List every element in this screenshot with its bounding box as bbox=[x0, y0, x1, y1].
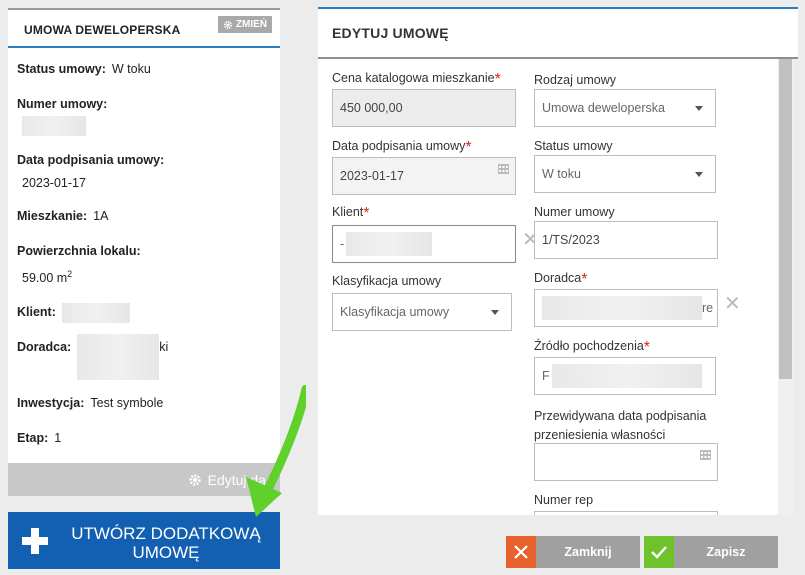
plus-icon bbox=[22, 528, 48, 554]
chevron-down-icon bbox=[695, 106, 703, 111]
rep-number-input[interactable] bbox=[534, 511, 718, 515]
status-row: Status umowy: W toku bbox=[17, 62, 151, 76]
classification-select[interactable]: Klasyfikacja umowy bbox=[332, 293, 512, 331]
modal-form: Cena katalogowa mieszkanie* 450 000,00 D… bbox=[318, 59, 784, 515]
signed-label: Data podpisania umowy: bbox=[17, 153, 165, 167]
client-value-redacted bbox=[346, 232, 433, 256]
number-label: Numer umowy: bbox=[17, 97, 108, 111]
advisor-value-redacted bbox=[77, 334, 160, 380]
client-label: Klient: bbox=[17, 305, 56, 320]
client-value-redacted bbox=[61, 303, 130, 323]
type-label: Rodzaj umowy bbox=[534, 73, 616, 87]
type-select[interactable]: Umowa deweloperska bbox=[534, 89, 716, 127]
investment-row: Inwestycja: Test symbole bbox=[17, 396, 163, 410]
advisor-input[interactable]: re bbox=[534, 289, 718, 327]
advisor-value-redacted bbox=[542, 296, 702, 320]
change-button[interactable]: ZMIEŃ bbox=[217, 16, 272, 33]
edit-data-label: Edytuj da bbox=[207, 471, 266, 488]
status-label: Status umowy bbox=[534, 139, 613, 153]
source-value-redacted bbox=[551, 364, 702, 388]
transfer-date-label: Przewidywana data podpisania przeniesien… bbox=[534, 409, 707, 442]
price-label: Cena katalogowa mieszkanie* bbox=[332, 71, 501, 88]
client-row: Klient: bbox=[17, 303, 130, 323]
contract-card: UMOWA DEWELOPERSKA ZMIEŃ Status umowy: W … bbox=[8, 8, 280, 463]
edit-data-button[interactable]: Edytuj da bbox=[8, 463, 280, 496]
advisor-row: Doradca: ki bbox=[17, 334, 169, 380]
stage-label: Etap: bbox=[17, 431, 49, 445]
close-icon bbox=[506, 536, 536, 568]
classification-label: Klasyfikacja umowy bbox=[332, 274, 442, 288]
source-input[interactable]: F bbox=[534, 357, 716, 395]
status-select[interactable]: W toku bbox=[534, 155, 716, 193]
create-additional-contract-button[interactable]: UTWÓRZ DODATKOWĄ UMOWĘ bbox=[8, 512, 280, 569]
check-icon bbox=[644, 536, 674, 568]
investment-label: Inwestycja: bbox=[17, 396, 85, 410]
area-value: 59.00 m2 bbox=[22, 269, 73, 286]
contract-card-header: UMOWA DEWELOPERSKA ZMIEŃ bbox=[8, 10, 280, 48]
contract-card-title: UMOWA DEWELOPERSKA bbox=[24, 23, 181, 37]
sign-date-input[interactable]: 2023-01-17 bbox=[332, 157, 516, 195]
close-button-label: Zamknij bbox=[536, 536, 640, 568]
close-button[interactable]: Zamknij bbox=[506, 536, 640, 568]
advisor-label: Doradca* bbox=[534, 271, 588, 288]
edit-contract-modal: EDYTUJ UMOWĘ Cena katalogowa mieszkanie*… bbox=[306, 0, 805, 575]
modal-header: EDYTUJ UMOWĘ bbox=[318, 7, 798, 59]
modal-title: EDYTUJ UMOWĘ bbox=[332, 25, 449, 41]
calendar-icon bbox=[700, 450, 711, 460]
source-label: Źródło pochodzenia* bbox=[534, 339, 651, 356]
area-label: Powierzchnia lokalu: bbox=[17, 244, 141, 258]
status-value: W toku bbox=[111, 62, 151, 76]
signed-value: 2023-01-17 bbox=[22, 176, 86, 190]
modal-scrollbar[interactable] bbox=[778, 59, 793, 515]
client-input[interactable]: - bbox=[332, 225, 516, 263]
clear-advisor-icon[interactable]: ✕ bbox=[724, 294, 741, 314]
advisor-value-tail: ki bbox=[159, 340, 169, 354]
investment-value: Test symbole bbox=[90, 396, 164, 410]
transfer-date-input[interactable] bbox=[534, 443, 718, 481]
area-unit-superscript: 2 bbox=[67, 269, 73, 279]
change-button-label: ZMIEŃ bbox=[235, 19, 267, 30]
unit-value: 1A bbox=[93, 209, 109, 223]
stage-value: 1 bbox=[54, 431, 62, 445]
create-button-label: UTWÓRZ DODATKOWĄ UMOWĘ bbox=[71, 524, 261, 562]
calendar-icon bbox=[498, 164, 509, 174]
advisor-label: Doradca: bbox=[17, 340, 72, 354]
scrollbar-thumb[interactable] bbox=[779, 59, 792, 379]
unit-label: Mieszkanie: bbox=[17, 209, 88, 223]
chevron-down-icon bbox=[491, 310, 499, 315]
gear-icon bbox=[223, 20, 232, 29]
price-input[interactable]: 450 000,00 bbox=[332, 89, 516, 127]
stage-row: Etap: 1 bbox=[17, 431, 61, 445]
number-input[interactable]: 1/TS/2023 bbox=[534, 221, 718, 259]
gear-icon bbox=[188, 473, 201, 486]
client-label: Klient* bbox=[332, 205, 370, 222]
chevron-down-icon bbox=[695, 172, 703, 177]
save-button-label: Zapisz bbox=[674, 536, 778, 568]
unit-row: Mieszkanie: 1A bbox=[17, 209, 108, 223]
contract-summary-panel: UMOWA DEWELOPERSKA ZMIEŃ Status umowy: W … bbox=[0, 0, 290, 575]
rep-number-label: Numer rep bbox=[534, 493, 594, 507]
number-value-redacted bbox=[22, 116, 86, 136]
status-label: Status umowy: bbox=[17, 62, 106, 76]
sign-date-label: Data podpisania umowy* bbox=[332, 139, 472, 156]
save-button[interactable]: Zapisz bbox=[644, 536, 778, 568]
number-label: Numer umowy bbox=[534, 205, 615, 219]
